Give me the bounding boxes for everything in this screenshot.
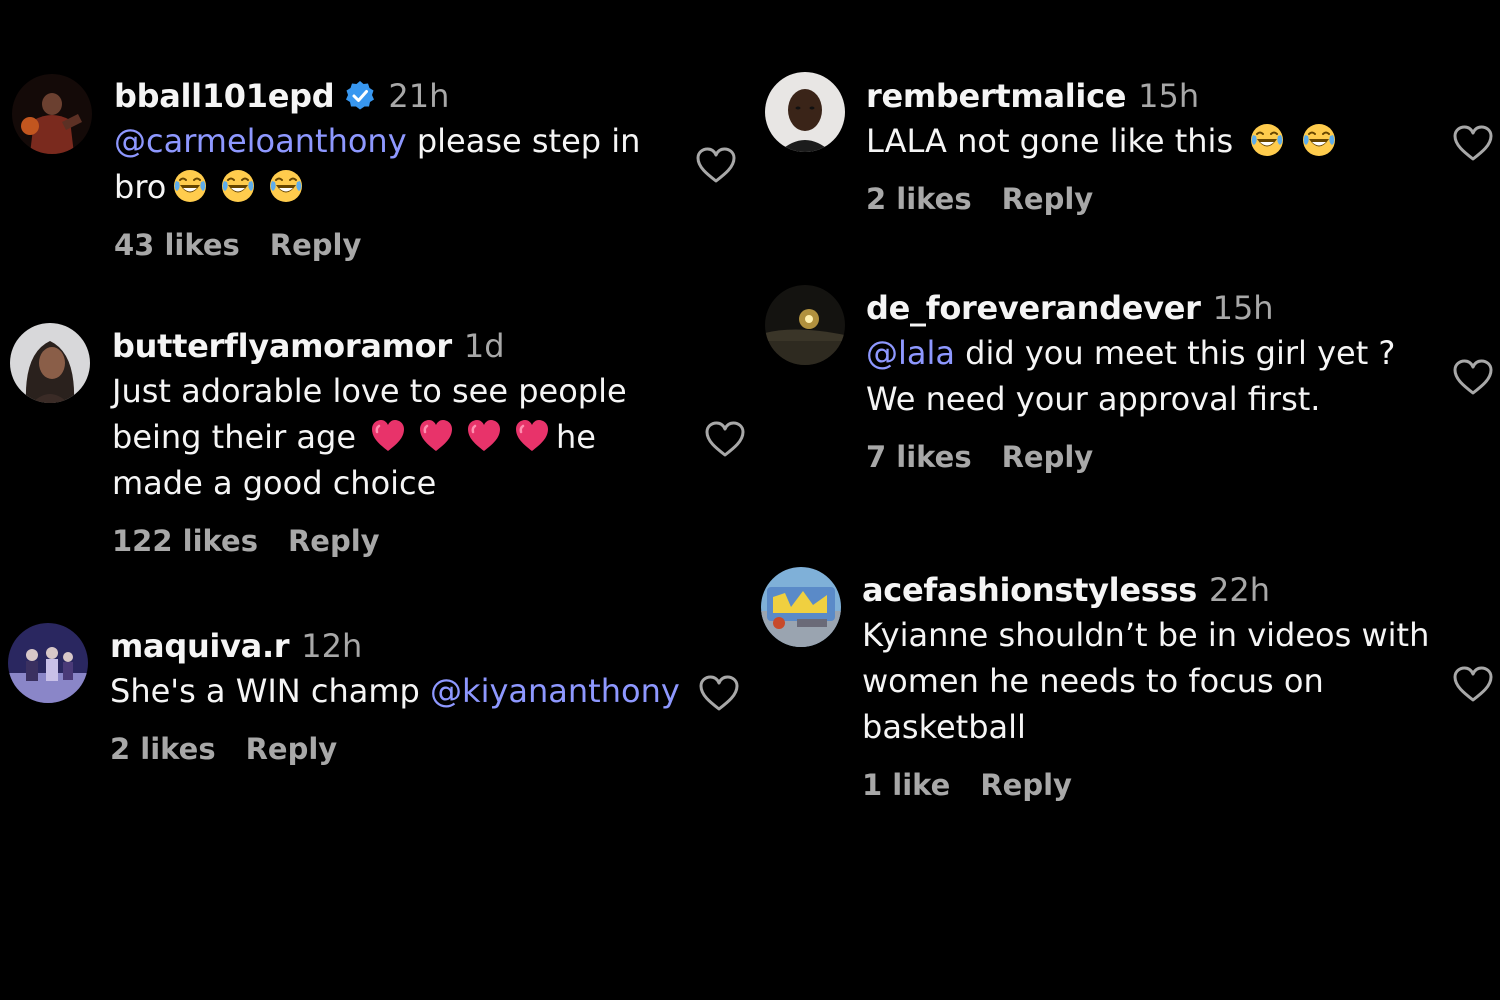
comment-time: 15h	[1212, 289, 1274, 327]
comment-time: 22h	[1208, 571, 1270, 609]
comment-text-part: being their age	[112, 418, 356, 456]
verified-badge-icon	[344, 80, 376, 112]
comment-text-part: basketball	[862, 708, 1026, 746]
comment-meta: 7 likes Reply	[866, 440, 1446, 474]
username[interactable]: butterflyamoramor	[112, 326, 452, 366]
reply-button[interactable]: Reply	[980, 768, 1072, 802]
likes-count[interactable]: 2 likes	[866, 182, 972, 216]
laughing-tears-emoji-icon	[172, 168, 208, 204]
comment-text-part: bro	[114, 168, 167, 206]
comment-text: @lala did you meet this girl yet ? We ne…	[866, 330, 1446, 422]
red-heart-emoji-icon	[514, 418, 550, 454]
comment-meta: 2 likes Reply	[866, 182, 1426, 216]
comment-text: Kyianne shouldn’t be in videos with wome…	[862, 612, 1442, 750]
laughing-tears-emoji-icon	[220, 168, 256, 204]
likes-count[interactable]: 43 likes	[114, 228, 240, 262]
reply-button[interactable]: Reply	[270, 228, 362, 262]
reply-button[interactable]: Reply	[1002, 440, 1094, 474]
red-heart-emoji-icon	[418, 418, 454, 454]
username[interactable]: de_foreverandever	[866, 288, 1201, 328]
username[interactable]: acefashionstylesss	[862, 570, 1197, 610]
laughing-tears-emoji-icon	[1301, 122, 1337, 158]
comment-meta: 122 likes Reply	[112, 524, 692, 558]
username[interactable]: rembertmalice	[866, 76, 1126, 116]
like-heart-icon[interactable]	[704, 420, 746, 458]
laughing-tears-emoji-icon	[1249, 122, 1285, 158]
comment-text: She's a WIN champ @kiyananthony	[110, 668, 710, 714]
avatar[interactable]	[765, 72, 845, 152]
username[interactable]: maquiva.r	[110, 626, 290, 666]
comment-time: 15h	[1138, 77, 1200, 115]
comment-text: LALA not gone like this	[866, 118, 1426, 164]
comment-time: 12h	[301, 627, 363, 665]
comment-meta: 1 like Reply	[862, 768, 1442, 802]
comment-text-part: We need your approval first.	[866, 380, 1321, 418]
comment-text-part: he	[556, 418, 596, 456]
comment-text-part: women he needs to focus on	[862, 662, 1324, 700]
comment-text-part: Kyianne shouldn’t be in videos with	[862, 616, 1430, 654]
like-heart-icon[interactable]	[1452, 358, 1494, 396]
like-heart-icon[interactable]	[695, 146, 737, 184]
avatar[interactable]	[765, 285, 845, 365]
comment-time: 21h	[388, 77, 450, 115]
red-heart-emoji-icon	[370, 418, 406, 454]
comment-text-part: did you meet this girl yet ?	[955, 334, 1396, 372]
mention-link[interactable]: @carmeloanthony	[114, 122, 407, 160]
mention-link[interactable]: @lala	[866, 334, 955, 372]
mention-link[interactable]: @kiyananthony	[430, 672, 680, 710]
like-heart-icon[interactable]	[1452, 124, 1494, 162]
comment-text: @carmeloanthony please step in bro	[114, 118, 674, 210]
red-heart-emoji-icon	[466, 418, 502, 454]
likes-count[interactable]: 2 likes	[110, 732, 216, 766]
comment-text-part: Just adorable love to see people	[112, 372, 627, 410]
comment-text-part: She's a WIN champ	[110, 672, 431, 710]
reply-button[interactable]: Reply	[288, 524, 380, 558]
comment-meta: 43 likes Reply	[114, 228, 674, 262]
comment-meta: 2 likes Reply	[110, 732, 710, 766]
like-heart-icon[interactable]	[698, 674, 740, 712]
likes-count[interactable]: 122 likes	[112, 524, 258, 558]
like-heart-icon[interactable]	[1452, 665, 1494, 703]
comment-text: Just adorable love to see people being t…	[112, 368, 692, 506]
avatar[interactable]	[10, 323, 90, 403]
username[interactable]: bball101epd	[114, 76, 335, 116]
comment-time: 1d	[463, 327, 505, 365]
likes-count[interactable]: 7 likes	[866, 440, 972, 474]
comment-text-part: please step in	[406, 122, 641, 160]
avatar[interactable]	[12, 74, 92, 154]
comment-text-part: made a good choice	[112, 464, 437, 502]
avatar[interactable]	[8, 623, 88, 703]
reply-button[interactable]: Reply	[1002, 182, 1094, 216]
likes-count[interactable]: 1 like	[862, 768, 950, 802]
reply-button[interactable]: Reply	[246, 732, 338, 766]
comment-text-part: LALA not gone like this	[866, 122, 1234, 160]
laughing-tears-emoji-icon	[268, 168, 304, 204]
avatar[interactable]	[761, 567, 841, 647]
